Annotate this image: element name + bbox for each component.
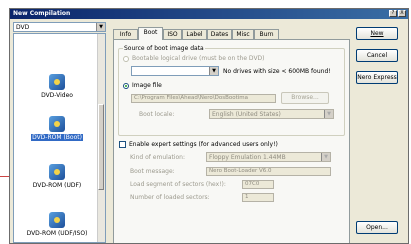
emulation-value: Floppy Emulation 1.44MB [209, 154, 286, 161]
browse-button[interactable]: Browse... [281, 92, 329, 104]
new-button[interactable]: New [356, 27, 398, 40]
image-path-field[interactable]: C:\Program Files\Ahead\Nero\DosBootima [131, 94, 276, 103]
boot-tab-page: Source of boot image data Bootable logic… [113, 39, 350, 243]
chevron-down-icon[interactable]: ▼ [324, 110, 333, 118]
cancel-button[interactable]: Cancel [356, 49, 398, 62]
boot-locale-select[interactable]: English (United States) ▼ [209, 109, 334, 119]
dvd-rom-udf-iso-icon [49, 212, 65, 228]
list-item-label: DVD-Video [41, 92, 73, 99]
chevron-down-icon[interactable]: ▼ [321, 153, 330, 161]
load-segment-field[interactable]: 07C0 [242, 180, 274, 189]
num-sectors-label: Number of loaded sectors: [130, 194, 210, 201]
chevron-down-icon[interactable]: ▼ [96, 23, 105, 31]
tab-label[interactable]: Label [182, 29, 207, 39]
media-type-value: DVD [16, 24, 30, 31]
list-item-dvd-rom-udf[interactable]: DVD-ROM (UDF) [14, 164, 100, 189]
expert-settings-label: Enable expert settings (for advanced use… [129, 141, 278, 148]
chevron-down-icon[interactable]: ▼ [209, 67, 218, 75]
tab-burn[interactable]: Burn [254, 29, 279, 39]
nero-express-button[interactable]: Nero Express [356, 71, 398, 84]
num-sectors-field[interactable]: 1 [242, 193, 274, 202]
compilation-type-list[interactable]: DVD-Video DVD-ROM (Boot) DVD-ROM (UDF) D… [13, 33, 106, 243]
dvd-rom-udf-icon [49, 164, 65, 180]
nero-express-button-label: Nero Express [357, 74, 397, 81]
title-bar: New Compilation ? X [10, 9, 408, 19]
decorative-red-line [0, 176, 9, 177]
open-button[interactable]: Open... [356, 221, 398, 234]
tab-iso[interactable]: ISO [163, 29, 182, 39]
list-item-dvd-rom-boot[interactable]: DVD-ROM (Boot) [14, 116, 100, 141]
list-item-label: DVD-ROM (Boot) [31, 134, 83, 141]
vertical-scrollbar[interactable] [97, 34, 105, 242]
new-button-label: New [370, 30, 384, 37]
list-item-label: DVD-ROM (UDF) [32, 182, 82, 189]
scrollbar-thumb[interactable] [98, 104, 104, 190]
new-compilation-dialog: New Compilation ? X DVD ▼ DVD-Video DVD-… [9, 8, 409, 244]
media-type-select[interactable]: DVD ▼ [13, 22, 106, 32]
tab-info[interactable]: Info [113, 29, 138, 39]
cancel-button-label: Cancel [366, 52, 388, 59]
boot-locale-label: Boot locale: [139, 111, 175, 118]
group-title: Source of boot image data [123, 45, 205, 52]
drive-status-text: No drives with size < 600MB found! [223, 68, 331, 75]
expert-settings-checkbox[interactable] [119, 141, 126, 148]
window-title: New Compilation [13, 10, 71, 17]
dvd-rom-boot-icon [49, 116, 65, 132]
close-button[interactable]: X [398, 10, 406, 17]
bootable-drive-label: Bootable logical drive (must be on the D… [132, 55, 265, 62]
tab-dates[interactable]: Dates [207, 29, 232, 39]
list-item-dvd-rom-udf-iso[interactable]: DVD-ROM (UDF/ISO) [14, 212, 100, 237]
image-file-label: Image file [132, 82, 162, 89]
emulation-label: Kind of emulation: [130, 154, 186, 161]
boot-message-field[interactable]: Nero Boot-Loader V6.0 [206, 167, 331, 176]
boot-message-label: Boot message: [130, 168, 175, 175]
load-segment-label: Load segment of sectors (hex!): [130, 181, 226, 188]
boot-source-group: Source of boot image data Bootable logic… [118, 45, 345, 136]
boot-drive-select[interactable]: ▼ [131, 66, 219, 76]
tab-boot[interactable]: Boot [138, 27, 163, 40]
help-button[interactable]: ? [389, 10, 397, 17]
bootable-drive-radio[interactable] [123, 56, 129, 62]
tab-misc[interactable]: Misc [232, 29, 254, 39]
list-item-label: DVD-ROM (UDF/ISO) [26, 230, 88, 237]
dvd-video-icon [49, 74, 65, 90]
image-file-radio[interactable] [123, 83, 129, 89]
emulation-select[interactable]: Floppy Emulation 1.44MB ▼ [206, 152, 331, 162]
open-button-label: Open... [366, 224, 388, 231]
list-item-dvd-video[interactable]: DVD-Video [14, 74, 100, 99]
boot-locale-value: English (United States) [212, 111, 281, 118]
